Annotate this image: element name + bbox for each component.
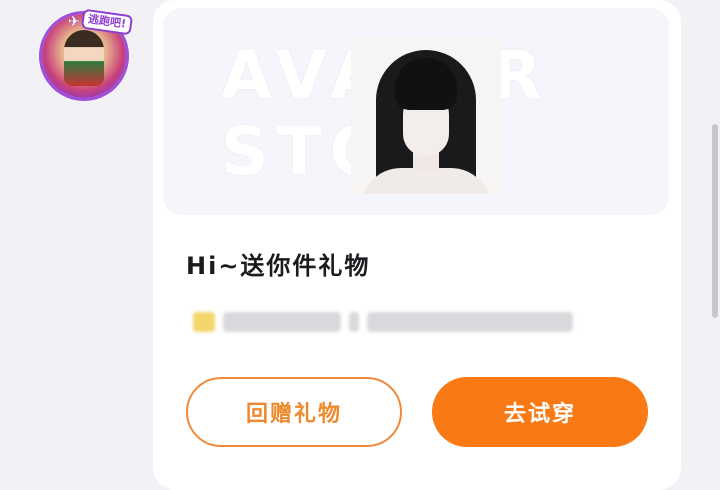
return-gift-button[interactable]: 回赠礼物 (186, 377, 402, 447)
hair-preview-image (351, 38, 501, 194)
gift-card: AVATAR STORE Hi~送你件礼物 回赠礼物 去试穿 (153, 0, 681, 490)
blurred-chunk (367, 312, 573, 332)
paper-plane-icon: ✈ (68, 14, 80, 30)
blurred-chunk (223, 312, 341, 332)
character-avatar-icon (64, 30, 104, 86)
user-avatar[interactable]: ✈ 逃跑吧! (38, 8, 134, 104)
blurred-chunk (349, 312, 359, 332)
blurred-chunk (193, 312, 215, 332)
hero-banner: AVATAR STORE (163, 8, 669, 215)
try-on-button[interactable]: 去试穿 (432, 377, 648, 447)
bangs-shape (395, 58, 457, 110)
gift-title: Hi~送你件礼物 (186, 252, 371, 280)
scrollbar[interactable] (712, 124, 718, 318)
blurred-message (193, 309, 585, 335)
